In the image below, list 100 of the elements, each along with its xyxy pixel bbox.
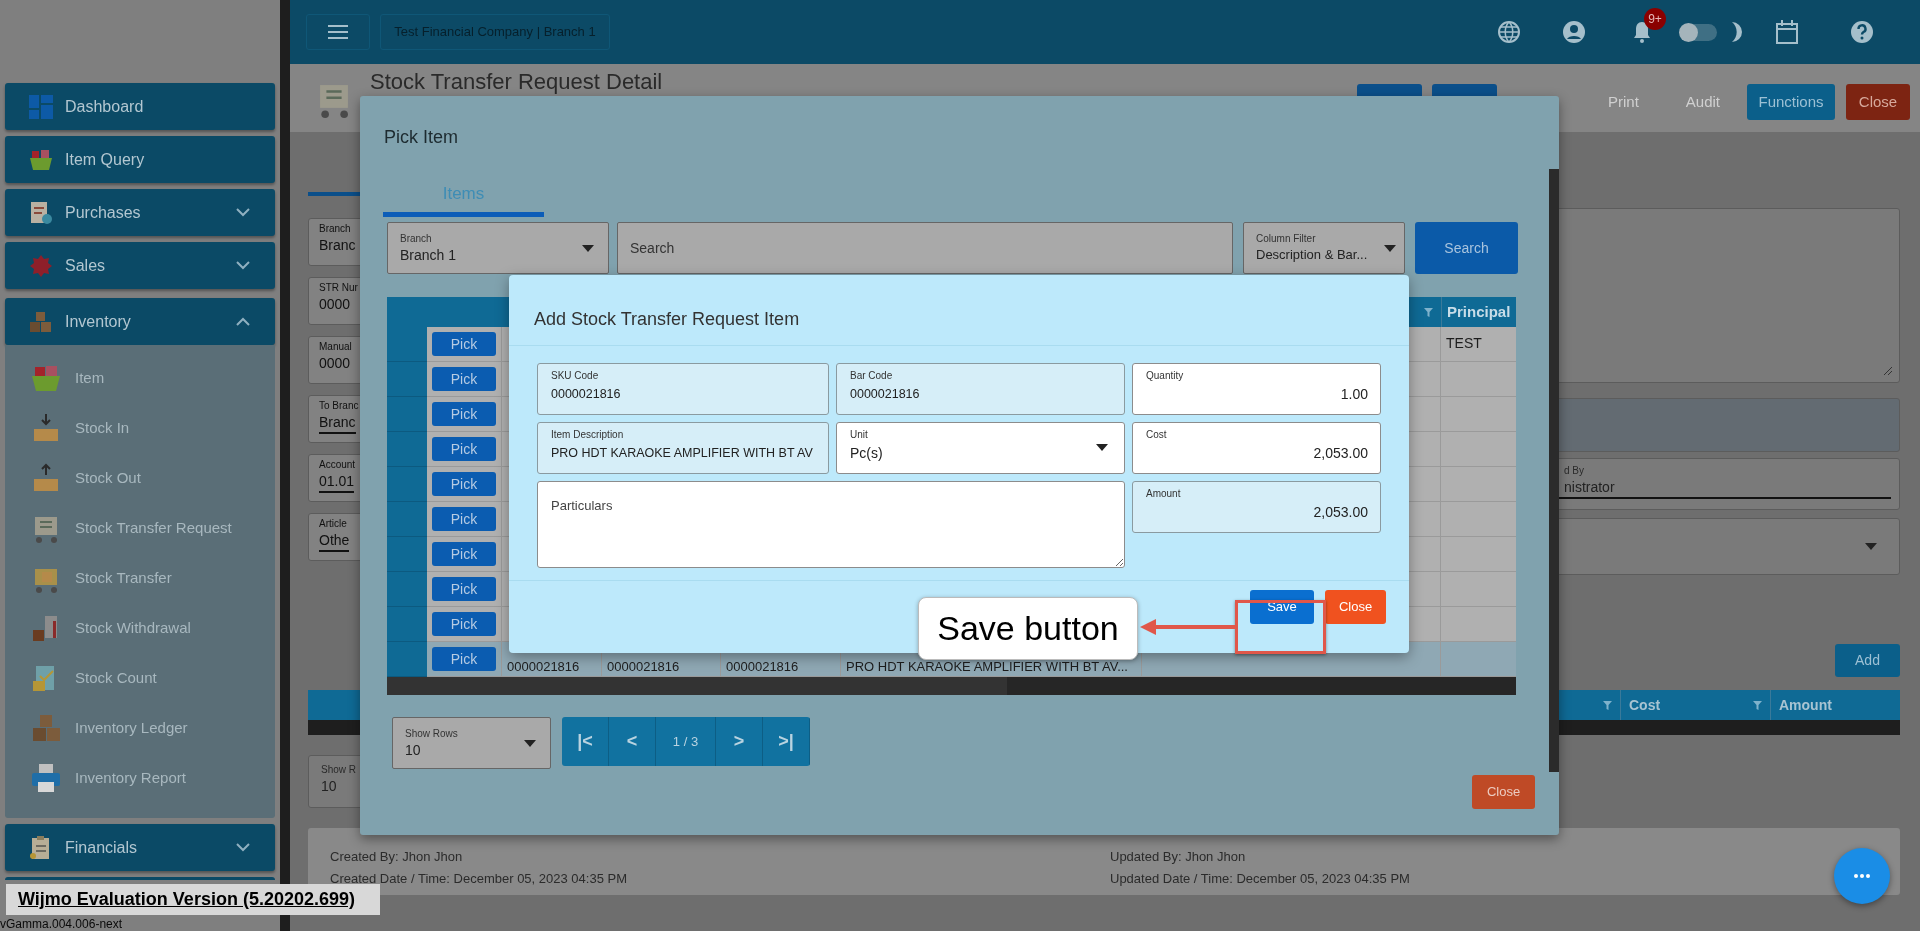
table-cell: PRO HDT KARAOKE AMPLIFIER WITH BT AV... <box>846 660 1128 674</box>
resize-grip-icon <box>1883 366 1893 376</box>
sidebar-subitem[interactable]: Stock Transfer <box>5 553 275 603</box>
filter-icon <box>1603 700 1612 710</box>
add-button[interactable]: Add <box>1835 644 1900 677</box>
pick-button[interactable]: Pick <box>432 577 496 601</box>
branch-select[interactable]: Branch Branch 1 <box>387 222 609 274</box>
search-button[interactable]: Search <box>1415 222 1518 274</box>
sidebar-item[interactable]: Sales <box>5 242 275 289</box>
next-page-button[interactable]: > <box>716 717 763 766</box>
field-value: PRO HDT KARAOKE AMPLIFIER WITH BT AV <box>551 445 813 462</box>
toolbar-button[interactable]: Close <box>1846 84 1910 120</box>
last-page-button[interactable]: >| <box>763 717 810 766</box>
sidebar-item[interactable]: Item Query <box>5 136 275 183</box>
toolbar-button[interactable]: Audit <box>1673 84 1732 120</box>
version-text: vGamma.004.006-next <box>0 917 123 931</box>
globe-icon[interactable] <box>1497 20 1521 44</box>
table-cell: 0000021816 <box>607 660 680 674</box>
toolbar-button[interactable]: Print <box>1595 84 1651 120</box>
filter-icon <box>1753 700 1762 710</box>
basket-icon <box>29 147 53 172</box>
field-value: Description & Bar... <box>1256 245 1368 264</box>
clipboard-icon <box>29 200 53 225</box>
page-indicator[interactable]: 1 / 3 <box>656 717 716 766</box>
field-value: Branc <box>319 412 356 434</box>
sidebar-subitem[interactable]: Stock Count <box>5 653 275 703</box>
sidebar-item[interactable]: Financials <box>5 824 275 871</box>
column-filter-select[interactable]: Column Filter Description & Bar... <box>1243 222 1405 274</box>
field-value: 10 <box>321 777 338 796</box>
field-value: 0000 <box>319 354 351 373</box>
sidebar-item[interactable]: Inventory <box>5 298 275 345</box>
help-icon[interactable] <box>1850 20 1874 44</box>
form-field[interactable]: Quantity 1.00 <box>1132 363 1381 415</box>
sidebar-subitem[interactable]: Stock Withdrawal <box>5 603 275 653</box>
field-label: Show Rows <box>405 726 458 740</box>
field-label: Column Filter <box>1256 231 1317 245</box>
menu-icon <box>328 25 348 39</box>
pick-button[interactable]: Pick <box>432 472 496 496</box>
sidebar-subitem[interactable]: Stock Transfer Request <box>5 503 275 553</box>
particulars-field[interactable]: Particulars <box>537 481 1125 568</box>
menu-button[interactable] <box>306 14 370 50</box>
sale-tag-icon <box>29 253 53 278</box>
field-value: 10 <box>405 740 422 760</box>
close-button[interactable]: Close <box>1325 590 1386 624</box>
dialog-title: Pick Item <box>384 126 458 148</box>
theme-toggle[interactable] <box>1680 23 1717 41</box>
field-label: SKU Code <box>551 369 599 383</box>
first-page-button[interactable]: |< <box>562 717 609 766</box>
box-down-icon <box>31 413 61 443</box>
more-icon <box>1854 874 1870 878</box>
unit-select[interactable]: Unit Pc(s) <box>836 422 1125 474</box>
field-value: Branc <box>319 236 356 255</box>
user-icon[interactable] <box>1562 20 1586 44</box>
field-label: Quantity <box>1146 369 1184 383</box>
field-value: Othe <box>319 530 350 552</box>
field-label: Manual <box>319 341 352 353</box>
pick-button[interactable]: Pick <box>432 402 496 426</box>
toolbar-button[interactable]: Functions <box>1747 84 1835 120</box>
pick-button[interactable]: Pick <box>432 647 496 671</box>
page-title: Stock Transfer Request Detail <box>370 69 663 95</box>
calendar-icon[interactable] <box>1776 20 1798 44</box>
field-label: Branch <box>319 223 351 235</box>
pick-button[interactable]: Pick <box>432 332 496 356</box>
basket-icon <box>31 363 61 393</box>
pick-button[interactable]: Pick <box>432 612 496 636</box>
field-value: 2,053.00 <box>1312 444 1369 463</box>
close-button[interactable]: Close <box>1472 775 1535 809</box>
pick-button[interactable]: Pick <box>432 437 496 461</box>
previous-page-button[interactable]: < <box>609 717 656 766</box>
sidebar-subitem[interactable]: Inventory Ledger <box>5 703 275 753</box>
updated-date-text: Updated Date / Time: December 05, 2023 04:35 PM <box>1110 870 1410 888</box>
search-field[interactable]: Search <box>617 222 1233 274</box>
field-label: STR Nur <box>319 282 358 294</box>
sidebar-subitem[interactable]: Item <box>5 353 275 403</box>
sidebar-subitem[interactable]: Stock Out <box>5 453 275 503</box>
box-up-icon <box>31 463 61 493</box>
pick-button[interactable]: Pick <box>432 507 496 531</box>
field-label: Branch <box>400 231 433 245</box>
table-cell-text: TEST <box>1446 334 1482 353</box>
field-label: Article <box>319 518 347 530</box>
sidebar-item[interactable]: Dashboard <box>5 83 275 130</box>
table-cell: 0000021816 <box>507 660 580 674</box>
field-value: 01.01 <box>319 471 355 493</box>
notification-badge: 9+ <box>1644 8 1666 30</box>
sidebar-subitem[interactable]: Stock In <box>5 403 275 453</box>
pick-button[interactable]: Pick <box>432 542 496 566</box>
caret-icon <box>524 739 536 747</box>
form-field[interactable]: Cost 2,053.00 <box>1132 422 1381 474</box>
sidebar-item[interactable]: Purchases <box>5 189 275 236</box>
show-rows-select[interactable]: Show Rows 10 <box>392 717 551 769</box>
printer-icon <box>31 763 61 793</box>
boxes-icon <box>29 309 53 334</box>
sidebar-subitem[interactable]: Inventory Report <box>5 753 275 803</box>
table-cell: 0000021816 <box>726 660 799 674</box>
boxes-icon <box>31 713 61 743</box>
field-value: Pc(s) <box>850 444 883 463</box>
caret-icon <box>1096 444 1108 451</box>
pick-button[interactable]: Pick <box>432 367 496 391</box>
field-value: Branch 1 <box>400 245 457 265</box>
field-label: Bar Code <box>850 369 893 383</box>
